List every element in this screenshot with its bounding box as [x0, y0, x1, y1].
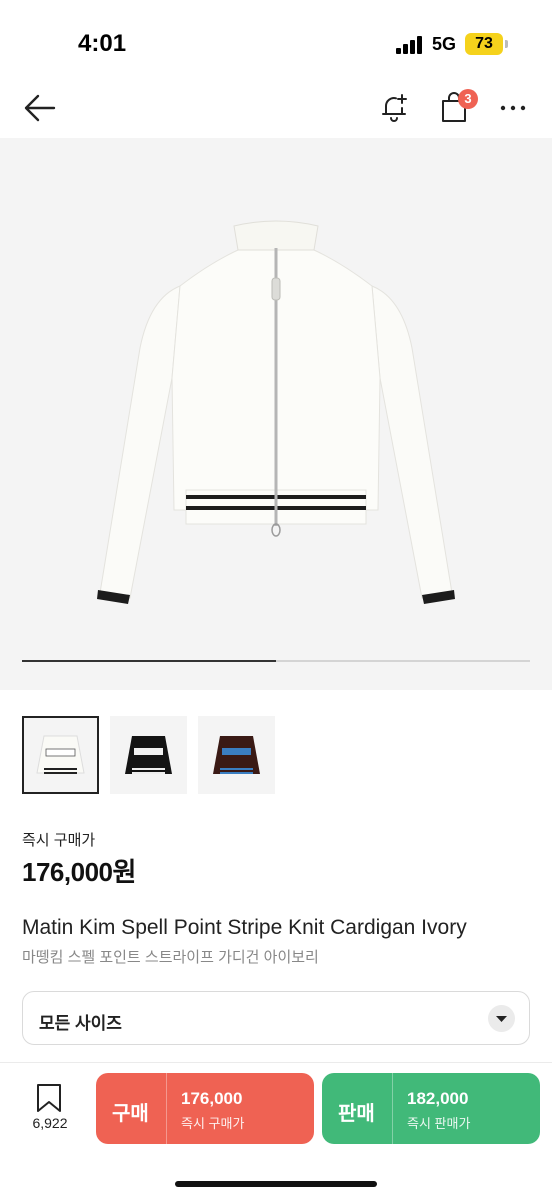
product-name-en: Matin Kim Spell Point Stripe Knit Cardig…	[22, 916, 467, 939]
buy-button[interactable]: 구매 176,000 즉시 구매가	[96, 1073, 314, 1144]
battery-tip	[505, 40, 508, 48]
thumbnail-brown[interactable]	[198, 716, 275, 794]
buy-button-separator	[166, 1073, 167, 1144]
signal-icon	[396, 36, 422, 54]
status-time: 4:01	[78, 30, 127, 57]
buy-button-label: 구매	[112, 1103, 149, 1125]
home-indicator	[175, 1181, 377, 1187]
thumbnail-ivory[interactable]	[22, 716, 99, 794]
sell-button-amount: 182,000	[407, 1089, 469, 1108]
status-bar: 4:01 5G 73	[0, 0, 552, 80]
network-type: 5G	[432, 34, 457, 54]
divider	[0, 1062, 552, 1063]
product-name-ko: 마뗑킴 스펠 포인트 스트라이프 가디건 아이보리	[22, 949, 319, 966]
carousel-progress-fill	[22, 660, 276, 662]
cardigan-image	[97, 220, 455, 604]
product-image-carousel[interactable]	[0, 138, 552, 690]
chevron-down-icon	[488, 1005, 515, 1032]
buy-button-amount: 176,000	[181, 1089, 243, 1108]
sell-button[interactable]: 판매 182,000 즉시 판매가	[322, 1073, 540, 1144]
more-options-icon[interactable]	[500, 94, 526, 122]
notification-bell-add-icon[interactable]	[378, 92, 410, 124]
battery-icon: 73	[465, 33, 503, 55]
instant-buy-price-label: 즉시 구매가	[22, 832, 96, 849]
size-select-value: 모든 사이즈	[39, 1014, 122, 1033]
sell-button-label: 판매	[338, 1103, 375, 1125]
product-price: 176,000원	[22, 857, 136, 887]
size-select[interactable]: 모든 사이즈	[22, 991, 530, 1045]
back-arrow-icon[interactable]	[22, 92, 56, 124]
wishlist-count: 6,922	[32, 1115, 68, 1131]
buy-button-sublabel: 즉시 구매가	[181, 1116, 245, 1131]
sell-button-separator	[392, 1073, 393, 1144]
sell-button-sublabel: 즉시 판매가	[407, 1116, 471, 1131]
cart-count-badge: 3	[458, 89, 478, 109]
thumbnail-black[interactable]	[110, 716, 187, 794]
nav-bar: 3	[0, 80, 552, 136]
